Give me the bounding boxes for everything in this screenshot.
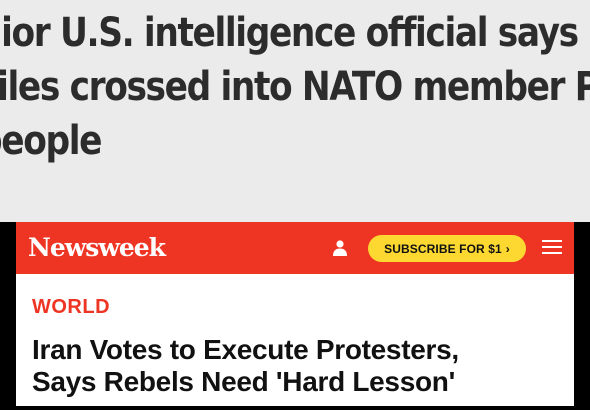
menu-icon[interactable] (542, 240, 562, 254)
section-label[interactable]: WORLD (32, 296, 110, 319)
menu-icon-bar (542, 246, 562, 248)
top-headline-line: people (0, 118, 102, 164)
subscribe-button[interactable]: SUBSCRIBE FOR $1 › (368, 235, 526, 262)
menu-icon-bar (542, 240, 562, 242)
newsweek-card: Newsweek SUBSCRIBE FOR $1 › WORLD Iran V… (16, 222, 574, 406)
top-headline: nior U.S. intelligence official says Rus… (0, 6, 590, 168)
article-title-line: Says Rebels Need 'Hard Lesson' (32, 366, 455, 397)
top-headline-panel: nior U.S. intelligence official says Rus… (0, 0, 590, 222)
article-title[interactable]: Iran Votes to Execute Protesters, Says R… (32, 334, 572, 398)
top-headline-line: siles crossed into NATO member Poland, k (0, 64, 590, 110)
newsweek-logo[interactable]: Newsweek (28, 231, 166, 265)
menu-icon-bar (542, 252, 562, 254)
article-title-line: Iran Votes to Execute Protesters, (32, 334, 459, 365)
chevron-right-icon: › (505, 241, 510, 256)
top-headline-line: nior U.S. intelligence official says Rus… (0, 10, 590, 56)
subscribe-label: SUBSCRIBE FOR $1 (384, 241, 502, 256)
newsweek-header: Newsweek SUBSCRIBE FOR $1 › (16, 222, 574, 274)
user-icon[interactable] (332, 239, 348, 257)
